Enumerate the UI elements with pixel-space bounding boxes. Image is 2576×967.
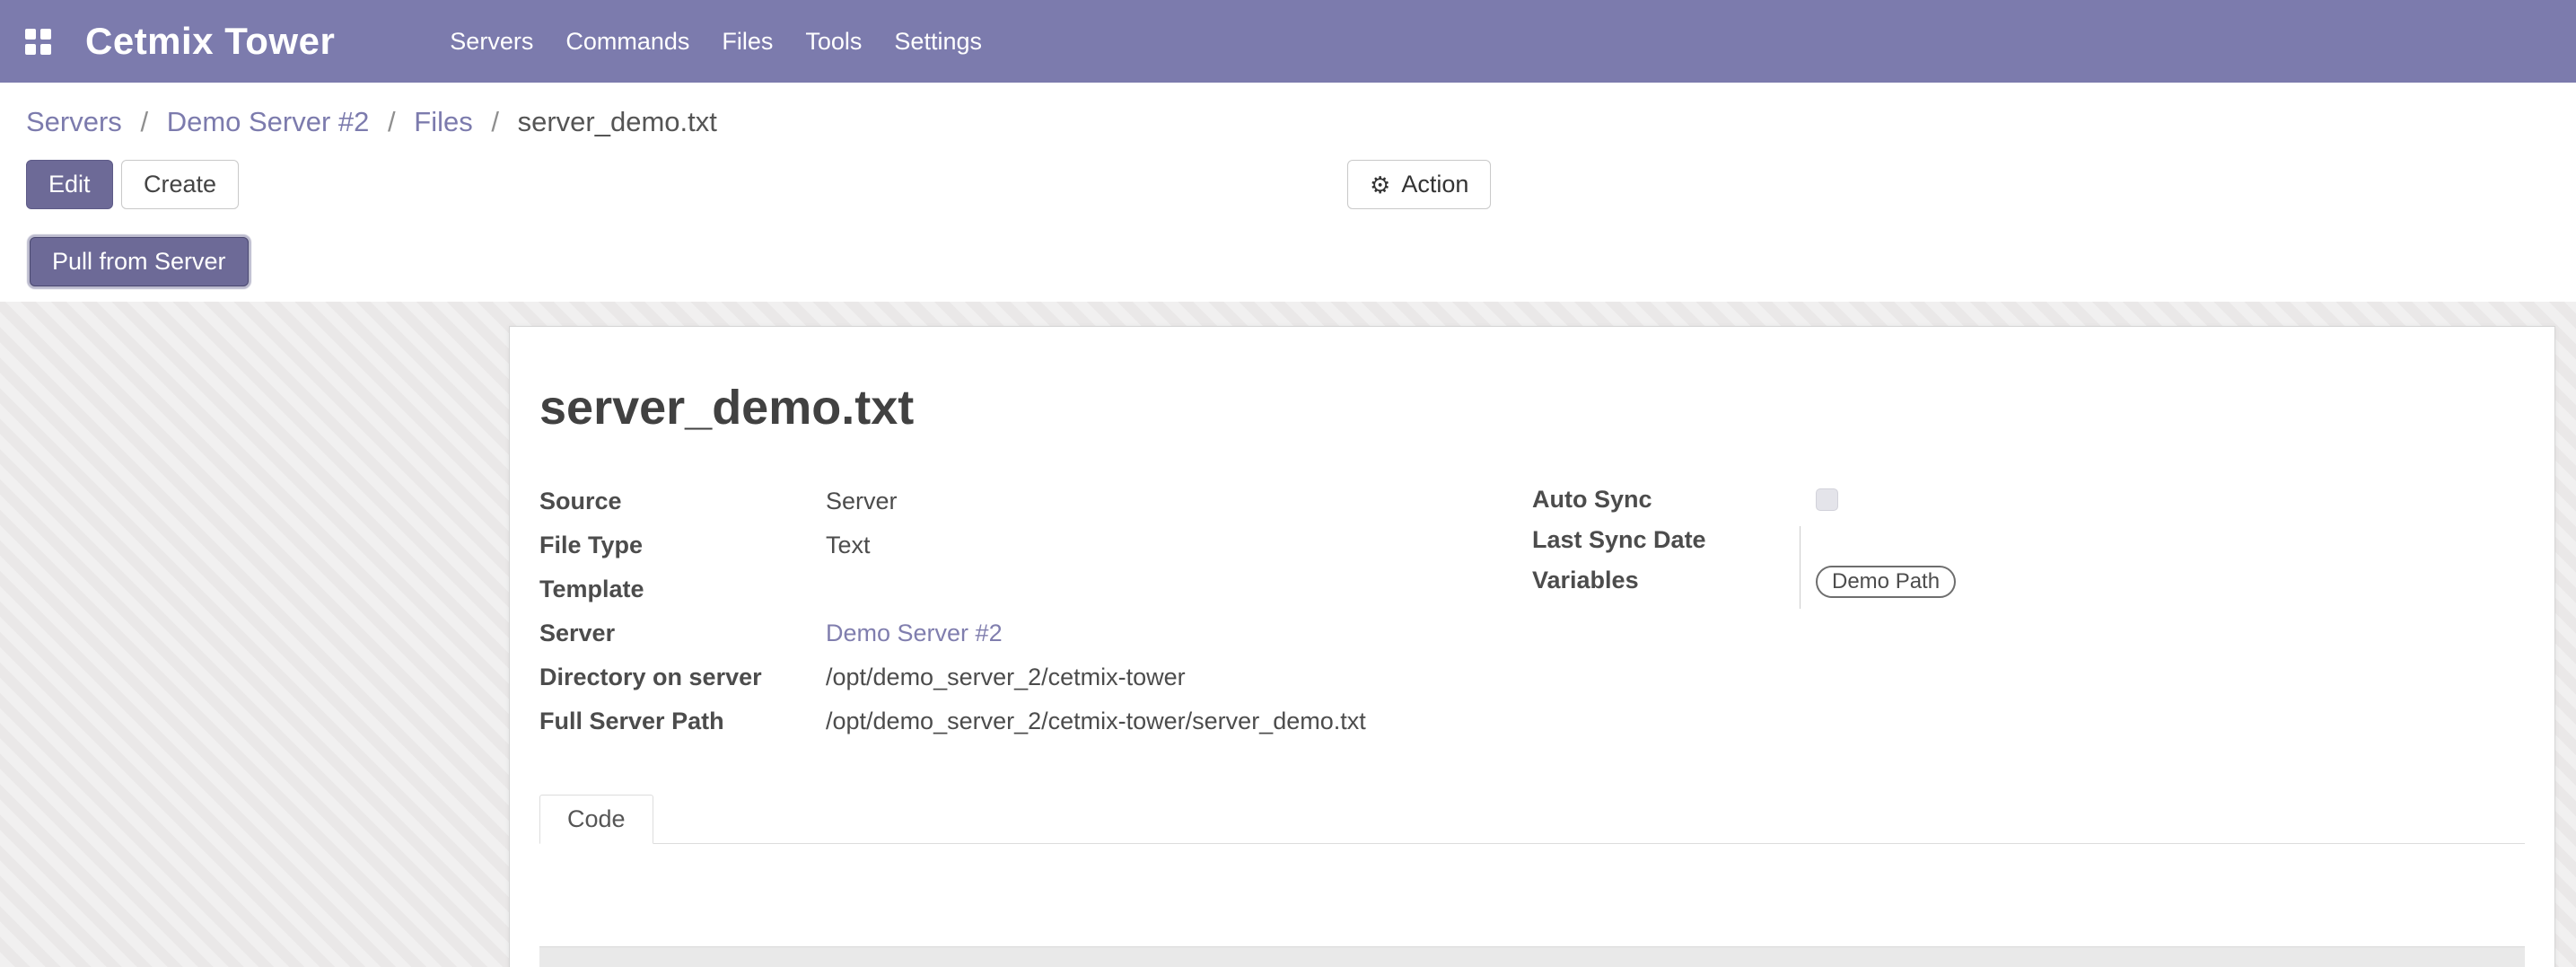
field-directory: Directory on server /opt/demo_server_2/c…	[539, 655, 1532, 699]
menu-settings[interactable]: Settings	[878, 28, 998, 56]
menu-files[interactable]: Files	[705, 28, 789, 56]
record-title: server_demo.txt	[539, 379, 2525, 436]
field-source-value: Server	[826, 479, 898, 523]
field-file-type-value: Text	[826, 523, 871, 567]
field-directory-label: Directory on server	[539, 655, 826, 699]
content-background: server_demo.txt Source Server File Type …	[0, 302, 2576, 967]
field-source-label: Source	[539, 479, 826, 523]
tab-code[interactable]: Code	[539, 795, 653, 844]
field-groups: Source Server File Type Text Template Se…	[539, 479, 2525, 743]
pull-from-server-button[interactable]: Pull from Server	[30, 237, 249, 286]
breadcrumb-current: server_demo.txt	[518, 106, 717, 137]
field-file-type: File Type Text	[539, 523, 1532, 567]
menu-commands[interactable]: Commands	[549, 28, 705, 56]
breadcrumb: Servers / Demo Server #2 / Files / serve…	[26, 104, 2576, 140]
form-statusbar: Pull from Server	[26, 237, 2576, 291]
field-group-right: Auto Sync Last Sync Date Variables Demo …	[1532, 479, 2525, 743]
field-server-label: Server	[539, 611, 826, 655]
field-server: Server Demo Server #2	[539, 611, 1532, 655]
breadcrumb-servers[interactable]: Servers	[26, 106, 122, 137]
field-auto-sync: Auto Sync	[1532, 479, 2525, 520]
edit-button[interactable]: Edit	[26, 160, 113, 209]
action-menu-label: Action	[1401, 171, 1468, 198]
field-template-label: Template	[539, 567, 826, 611]
field-last-sync-date-label: Last Sync Date	[1532, 520, 1816, 560]
gear-icon: ⚙	[1370, 173, 1390, 197]
field-variables-label: Variables	[1532, 560, 1816, 601]
breadcrumb-files[interactable]: Files	[414, 106, 472, 137]
form-sheet: server_demo.txt Source Server File Type …	[509, 326, 2555, 967]
create-button[interactable]: Create	[121, 160, 239, 209]
apps-grid-icon[interactable]	[25, 29, 51, 55]
field-file-type-label: File Type	[539, 523, 826, 567]
field-group-left: Source Server File Type Text Template Se…	[539, 479, 1532, 743]
tab-bar: Code	[539, 795, 2525, 844]
breadcrumb-separator: /	[491, 106, 499, 137]
code-editor-area[interactable]	[539, 946, 2525, 967]
action-menu-button[interactable]: ⚙ Action	[1347, 160, 1491, 209]
field-variables: Variables Demo Path	[1532, 560, 2525, 601]
field-template: Template	[539, 567, 1532, 611]
app-brand[interactable]: Cetmix Tower	[85, 20, 335, 63]
field-full-path: Full Server Path /opt/demo_server_2/cetm…	[539, 699, 1532, 743]
variables-separator-line	[1800, 526, 1801, 609]
notebook: Code	[539, 795, 2525, 967]
breadcrumb-separator: /	[388, 106, 396, 137]
field-auto-sync-label: Auto Sync	[1532, 479, 1816, 520]
field-last-sync-date: Last Sync Date	[1532, 520, 2525, 560]
main-menu: Servers Commands Files Tools Settings	[434, 0, 998, 83]
field-source: Source Server	[539, 479, 1532, 523]
field-server-link[interactable]: Demo Server #2	[826, 611, 1003, 655]
menu-tools[interactable]: Tools	[789, 28, 878, 56]
top-navbar: Cetmix Tower Servers Commands Files Tool…	[0, 0, 2576, 83]
field-directory-value: /opt/demo_server_2/cetmix-tower	[826, 655, 1186, 699]
field-full-path-label: Full Server Path	[539, 699, 826, 743]
control-panel: Servers / Demo Server #2 / Files / serve…	[0, 83, 2576, 302]
breadcrumb-demo-server[interactable]: Demo Server #2	[167, 106, 370, 137]
field-full-path-value: /opt/demo_server_2/cetmix-tower/server_d…	[826, 699, 1366, 743]
tab-code-content	[539, 946, 2525, 967]
menu-servers[interactable]: Servers	[434, 28, 549, 56]
auto-sync-checkbox[interactable]	[1816, 488, 1838, 511]
variable-tag-demo-path: Demo Path	[1816, 566, 1956, 598]
breadcrumb-separator: /	[140, 106, 148, 137]
button-row: Edit Create ⚙ Action	[26, 160, 2576, 209]
